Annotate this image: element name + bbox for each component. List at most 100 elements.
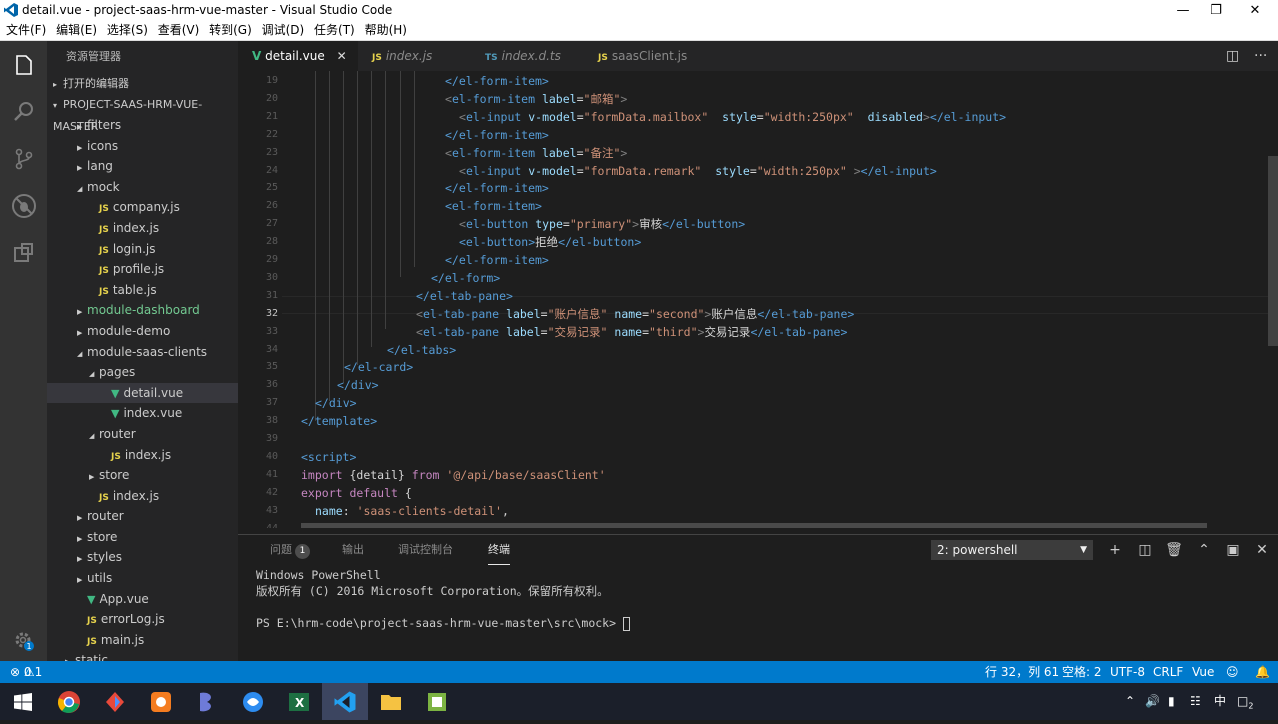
tab-detail-vue[interactable]: V detail.vue ✕	[238, 41, 358, 71]
close-button[interactable]: ✕	[1232, 0, 1278, 21]
add-terminal-icon[interactable]: +	[1105, 535, 1125, 565]
tree-folder[interactable]: ▶ router	[47, 506, 238, 527]
tree-folder[interactable]: ▶ module-dashboard	[47, 300, 238, 321]
tree-file[interactable]: ▼ App.vue	[47, 589, 238, 610]
tree-file[interactable]: JS company.js	[47, 197, 238, 218]
tree-folder[interactable]: ▶ lang	[47, 156, 238, 177]
bell-icon[interactable]: 🔔	[1255, 661, 1270, 683]
terminal-line: 版权所有 (C) 2016 Microsoft Corporation。保留所有…	[256, 584, 609, 598]
explorer-icon[interactable]	[0, 41, 47, 88]
smiley-icon[interactable]: ☺	[1226, 661, 1239, 683]
app-icon[interactable]	[184, 683, 230, 720]
explorer-icon[interactable]	[368, 683, 414, 720]
maximize-panel-icon[interactable]: ▣	[1223, 535, 1243, 565]
menu-edit[interactable]: 编辑(E)	[50, 21, 97, 40]
tree-file[interactable]: JS main.js	[47, 630, 238, 651]
app-icon[interactable]	[414, 683, 460, 720]
extensions-icon[interactable]	[0, 229, 47, 276]
cursor-position[interactable]: 行 32，列 61	[985, 661, 1059, 683]
vscode-icon[interactable]	[322, 683, 368, 720]
menu-selection[interactable]: 选择(S)	[101, 21, 148, 40]
battery-icon[interactable]: ▮	[1168, 683, 1175, 720]
volume-icon[interactable]: 🔊	[1145, 683, 1160, 720]
split-editor-icon[interactable]: ◫	[1226, 41, 1239, 71]
tab-output[interactable]: 输出	[342, 535, 364, 565]
open-editors-section[interactable]: ▸ 打开的编辑器	[47, 73, 238, 94]
indentation[interactable]: 空格: 2	[1062, 661, 1102, 683]
ime-indicator[interactable]: 中	[1214, 683, 1226, 720]
tree-file[interactable]: JS errorLog.js	[47, 609, 238, 630]
encoding[interactable]: UTF-8	[1110, 661, 1145, 683]
tree-file[interactable]: JS index.js	[47, 445, 238, 466]
start-icon[interactable]	[0, 683, 46, 720]
code-token: '@/api/base/saasClient'	[446, 467, 606, 482]
problems-status[interactable]: ⊗ 0 ⚠ 1	[10, 661, 42, 683]
menu-goto[interactable]: 转到(G)	[203, 21, 252, 40]
line-number: 43	[265, 504, 278, 516]
tree-file[interactable]: JS login.js	[47, 239, 238, 260]
tree-file[interactable]: JS index.js	[47, 486, 238, 507]
split-terminal-icon[interactable]: ◫	[1135, 535, 1155, 565]
line-ending[interactable]: CRLF	[1153, 661, 1183, 683]
menu-view[interactable]: 查看(V)	[152, 21, 200, 40]
chrome-icon[interactable]	[46, 683, 92, 720]
tab-index-d-ts[interactable]: TS index.d.ts	[471, 41, 584, 71]
code-token: </template>	[301, 414, 378, 429]
app-icon[interactable]	[138, 683, 184, 720]
chevron-up-icon[interactable]: ⌃	[1194, 535, 1214, 565]
terminal-select[interactable]: 2: powershell ▼	[931, 540, 1093, 560]
chevron-right-icon: ▶	[77, 123, 83, 131]
tree-folder[interactable]: ▶ utils	[47, 568, 238, 589]
app-icon[interactable]	[92, 683, 138, 720]
tree-file[interactable]: JS profile.js	[47, 259, 238, 280]
js-file-icon: JS	[372, 53, 382, 63]
code-line: </div>	[337, 376, 379, 394]
source-control-icon[interactable]	[0, 135, 47, 182]
js-file-icon: JS	[598, 53, 608, 63]
tree-file[interactable]: ▼ index.vue	[47, 403, 238, 424]
search-icon[interactable]	[0, 88, 47, 135]
menu-help[interactable]: 帮助(H)	[359, 21, 407, 40]
code-token: el-tab-pane	[422, 324, 507, 339]
code-token: style	[715, 163, 750, 178]
tab-terminal[interactable]: 终端	[488, 535, 510, 565]
chevron-up-icon[interactable]: ⌃	[1125, 683, 1135, 720]
trash-icon[interactable]: 🗑	[1164, 535, 1184, 565]
app-icon[interactable]	[230, 683, 276, 720]
menu-tasks[interactable]: 任务(T)	[308, 21, 355, 40]
tree-folder[interactable]: ▶ styles	[47, 547, 238, 568]
menu-debug[interactable]: 调试(D)	[256, 21, 305, 40]
tree-folder[interactable]: ◢ pages	[47, 362, 238, 383]
close-panel-icon[interactable]: ✕	[1252, 535, 1272, 565]
network-icon[interactable]: ☷	[1190, 683, 1201, 720]
settings-gear-icon[interactable]: 1	[0, 617, 47, 664]
tree-folder[interactable]: ▶ store	[47, 527, 238, 548]
tree-file[interactable]: JS index.js	[47, 218, 238, 239]
code-editor[interactable]: 19 20 21 22 23 24 25 26 27 28 29 30 31 32 33 34 35 36 37 38…	[238, 71, 1278, 528]
tree-folder[interactable]: ▶static	[47, 650, 238, 661]
tree-folder[interactable]: ◢ mock	[47, 177, 238, 198]
notification-icon[interactable]: □2	[1237, 683, 1253, 720]
tree-file[interactable]: ▼ detail.vue	[47, 382, 238, 404]
debug-icon[interactable]	[0, 182, 47, 229]
tab-index-js[interactable]: JS index.js	[358, 41, 471, 71]
tree-item-label: filters	[87, 118, 122, 132]
terminal-output[interactable]: Windows PowerShell 版权所有 (C) 2016 Microso…	[256, 567, 630, 631]
tree-folder[interactable]: ▶ module-demo	[47, 321, 238, 342]
tab-saasclient-js[interactable]: JS saasClient.js	[584, 41, 714, 71]
tree-folder[interactable]: ▶ store	[47, 465, 238, 486]
vertical-scrollbar[interactable]	[1268, 156, 1278, 346]
tab-debug-console[interactable]: 调试控制台	[398, 535, 453, 565]
tree-folder[interactable]: ▶ icons	[47, 136, 238, 157]
project-section[interactable]: ▾ PROJECT-SAAS-HRM-VUE-MASTER	[47, 94, 238, 133]
tree-file[interactable]: JS table.js	[47, 280, 238, 301]
excel-icon[interactable]: X	[276, 683, 322, 720]
close-tab-icon[interactable]: ✕	[337, 49, 347, 63]
language-mode[interactable]: Vue	[1192, 661, 1214, 683]
tree-folder[interactable]: ◢ router	[47, 424, 238, 445]
menu-file[interactable]: 文件(F)	[0, 21, 46, 40]
horizontal-scrollbar[interactable]	[301, 523, 1207, 528]
more-actions-icon[interactable]: ···	[1254, 41, 1267, 71]
tab-problems[interactable]: 问题 1	[270, 535, 310, 565]
tree-folder[interactable]: ◢ module-saas-clients	[47, 342, 238, 363]
